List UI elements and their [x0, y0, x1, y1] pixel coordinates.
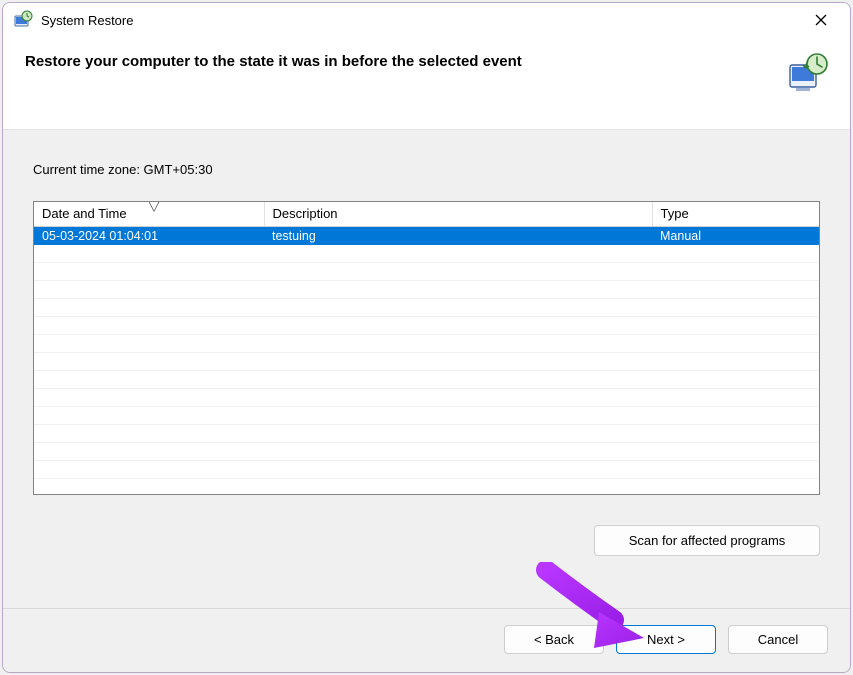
- next-button[interactable]: Next >: [616, 625, 716, 654]
- table-row[interactable]: [34, 425, 819, 443]
- table-row[interactable]: [34, 299, 819, 317]
- content-area: Current time zone: GMT+05:30 Date and Ti…: [3, 129, 850, 608]
- column-header-description[interactable]: Description: [264, 202, 652, 227]
- window-title: System Restore: [41, 13, 798, 28]
- back-button[interactable]: < Back: [504, 625, 604, 654]
- restore-points-table[interactable]: Date and Time ╲╱ Description Type 05-03-…: [33, 201, 820, 495]
- system-restore-icon: [13, 10, 33, 30]
- sort-descending-icon: ╲╱: [148, 201, 160, 212]
- table-row[interactable]: [34, 281, 819, 299]
- header-area: Restore your computer to the state it wa…: [3, 37, 850, 129]
- column-header-date[interactable]: Date and Time ╲╱: [34, 202, 264, 227]
- column-label: Date and Time: [42, 206, 127, 221]
- table-row[interactable]: [34, 353, 819, 371]
- timezone-label: Current time zone: GMT+05:30: [33, 162, 820, 177]
- close-button[interactable]: [798, 5, 844, 35]
- table-cell: testuing: [264, 227, 652, 245]
- table-row[interactable]: [34, 407, 819, 425]
- cancel-button[interactable]: Cancel: [728, 625, 828, 654]
- close-icon: [815, 14, 827, 26]
- column-header-type[interactable]: Type: [652, 202, 819, 227]
- table-cell: Manual: [652, 227, 819, 245]
- table-row[interactable]: [34, 389, 819, 407]
- table-header-row: Date and Time ╲╱ Description Type: [34, 202, 819, 227]
- restore-clock-icon: [786, 51, 830, 95]
- column-label: Type: [661, 206, 689, 221]
- system-restore-window: System Restore Restore your computer to …: [2, 2, 851, 673]
- table-row[interactable]: [34, 443, 819, 461]
- wizard-footer: < Back Next > Cancel: [3, 608, 850, 672]
- table-row[interactable]: [34, 263, 819, 281]
- titlebar: System Restore: [3, 3, 850, 37]
- table-row[interactable]: [34, 317, 819, 335]
- table-cell: 05-03-2024 01:04:01: [34, 227, 264, 245]
- page-instruction: Restore your computer to the state it wa…: [25, 51, 774, 70]
- table-row[interactable]: 05-03-2024 01:04:01testuingManual: [34, 227, 819, 245]
- table-row[interactable]: [34, 335, 819, 353]
- column-label: Description: [273, 206, 338, 221]
- table-row[interactable]: [34, 245, 819, 263]
- table-row[interactable]: [34, 461, 819, 479]
- scan-affected-programs-button[interactable]: Scan for affected programs: [594, 525, 820, 556]
- table-row[interactable]: [34, 371, 819, 389]
